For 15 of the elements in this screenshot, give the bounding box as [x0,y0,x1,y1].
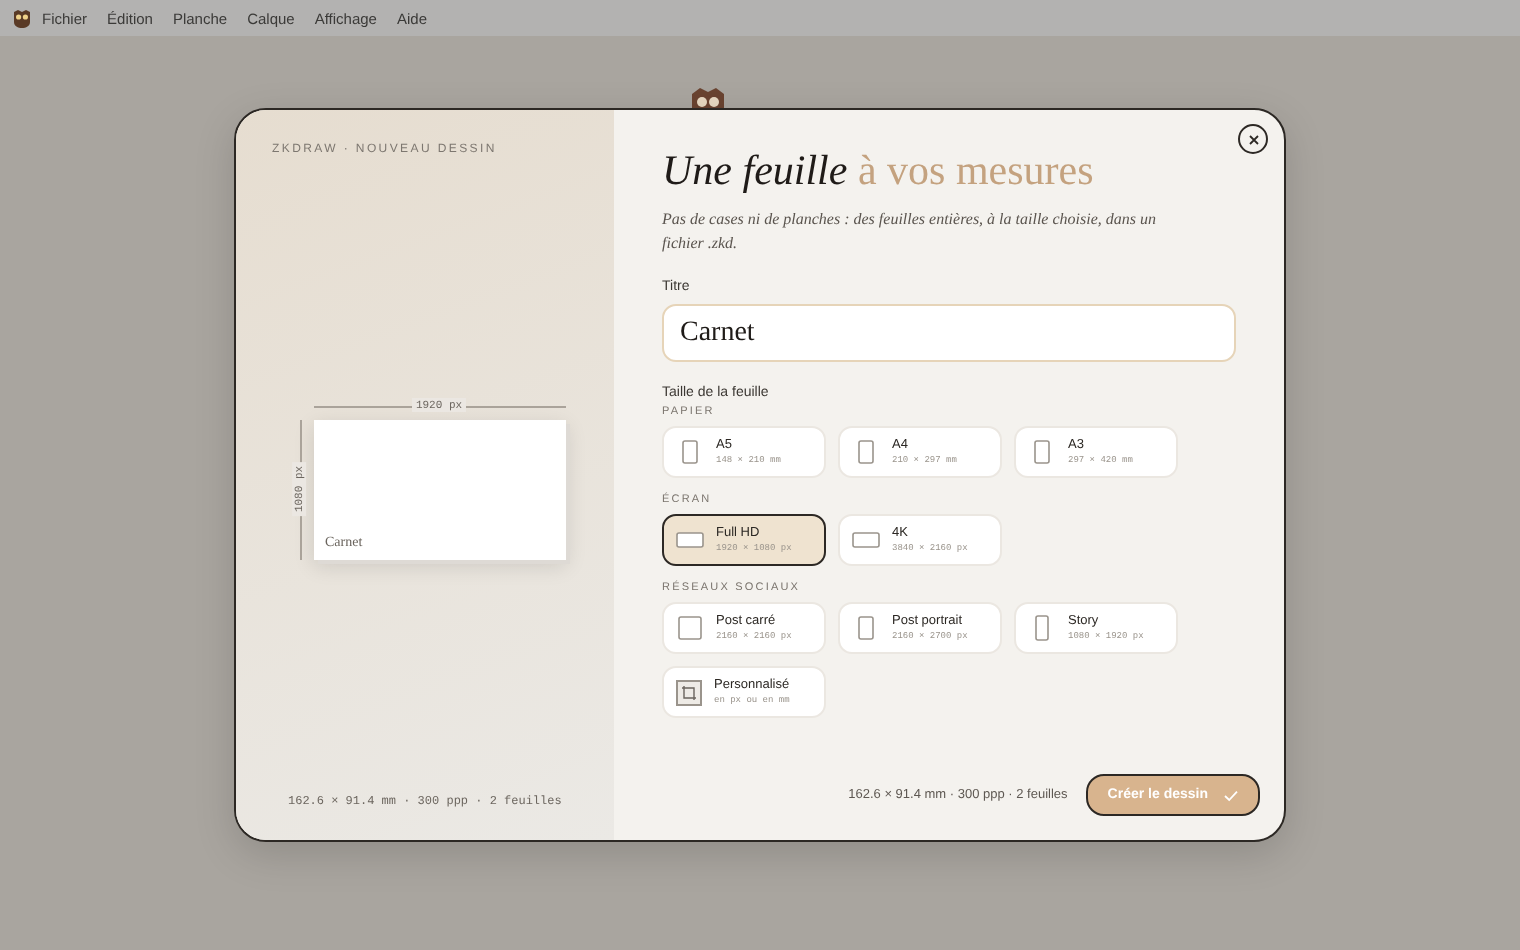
close-icon [1247,133,1259,145]
sheet-shape-icon [1028,438,1056,466]
sheet-shape-icon [852,438,880,466]
sheet-shape-icon [676,614,704,642]
crop-icon [676,679,702,705]
close-button[interactable] [1238,124,1268,154]
dialog-title: Une feuille à vos mesures [662,146,1096,196]
owl-logo-icon[interactable] [12,8,32,28]
sheet-shape-icon [852,614,880,642]
check-icon [1224,789,1238,801]
sheet-shape-icon [676,438,704,466]
title-field[interactable]: Carnet [662,304,1236,362]
sheet-shape-icon [676,526,704,554]
dialog-subtitle: Pas de cases ni de planches : des feuilles entières, à la taille choisie, dans un fichier .zkd. [662,208,1158,256]
sheet-shape-icon [852,526,880,554]
